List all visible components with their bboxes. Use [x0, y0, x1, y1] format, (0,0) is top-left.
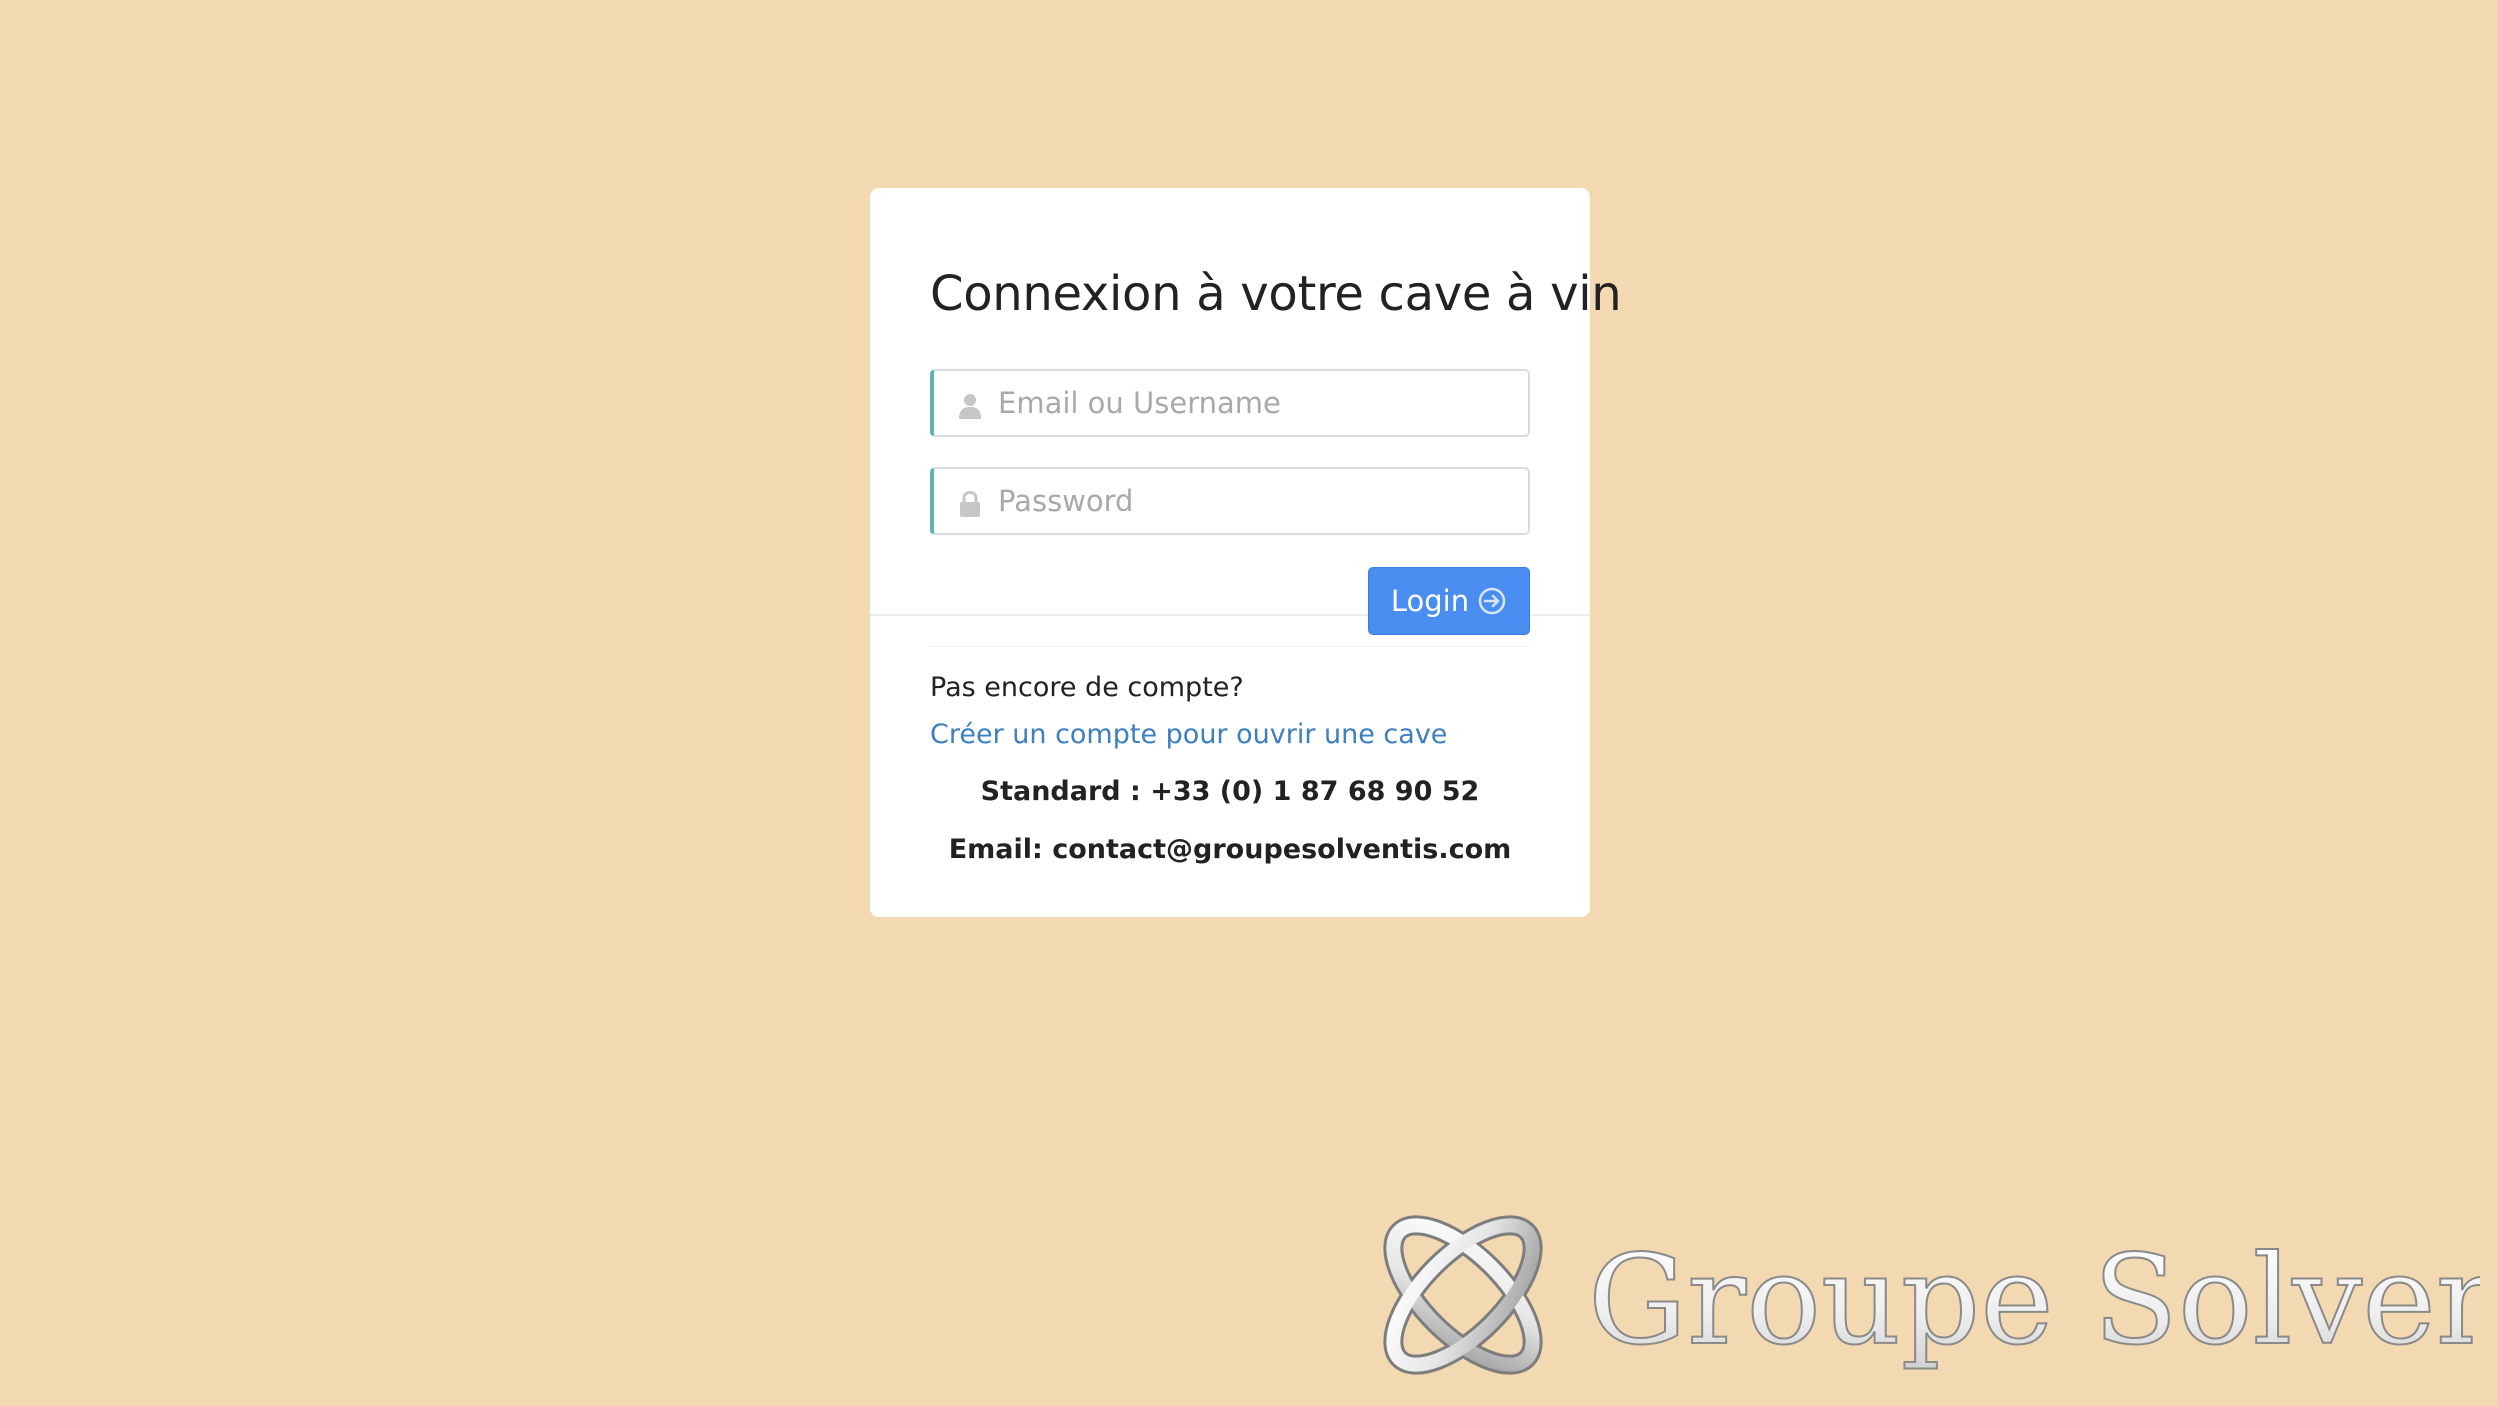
- login-title: Connexion à votre cave à vin: [930, 266, 1622, 322]
- brand-name: Groupe Solventis: [1588, 1229, 2480, 1373]
- login-card: Connexion à votre cave à vin Login Pas e…: [870, 188, 1622, 917]
- contact-email: Email: contact@groupesolventis.com: [948, 834, 1512, 865]
- email-input[interactable]: [998, 371, 1518, 435]
- password-input[interactable]: [998, 469, 1518, 533]
- create-account-link[interactable]: Créer un compte pour ouvrir une cave: [930, 719, 1447, 750]
- email-field[interactable]: [930, 369, 1530, 437]
- brand-logo: Groupe Solventis: [1383, 1215, 2480, 1375]
- no-account-prompt: Pas encore de compte?: [930, 672, 1244, 703]
- password-field[interactable]: [930, 467, 1530, 535]
- login-button-label: Login: [1390, 584, 1470, 618]
- footer-divider: [930, 646, 1530, 647]
- interlocking-rings-logo-icon: [1383, 1215, 1543, 1375]
- login-button[interactable]: Login: [1368, 567, 1530, 635]
- arrow-circle-right-icon: [1478, 587, 1506, 615]
- contact-phone: Standard : +33 (0) 1 87 68 90 52: [980, 776, 1480, 807]
- user-icon: [959, 394, 981, 419]
- lock-icon: [960, 491, 980, 517]
